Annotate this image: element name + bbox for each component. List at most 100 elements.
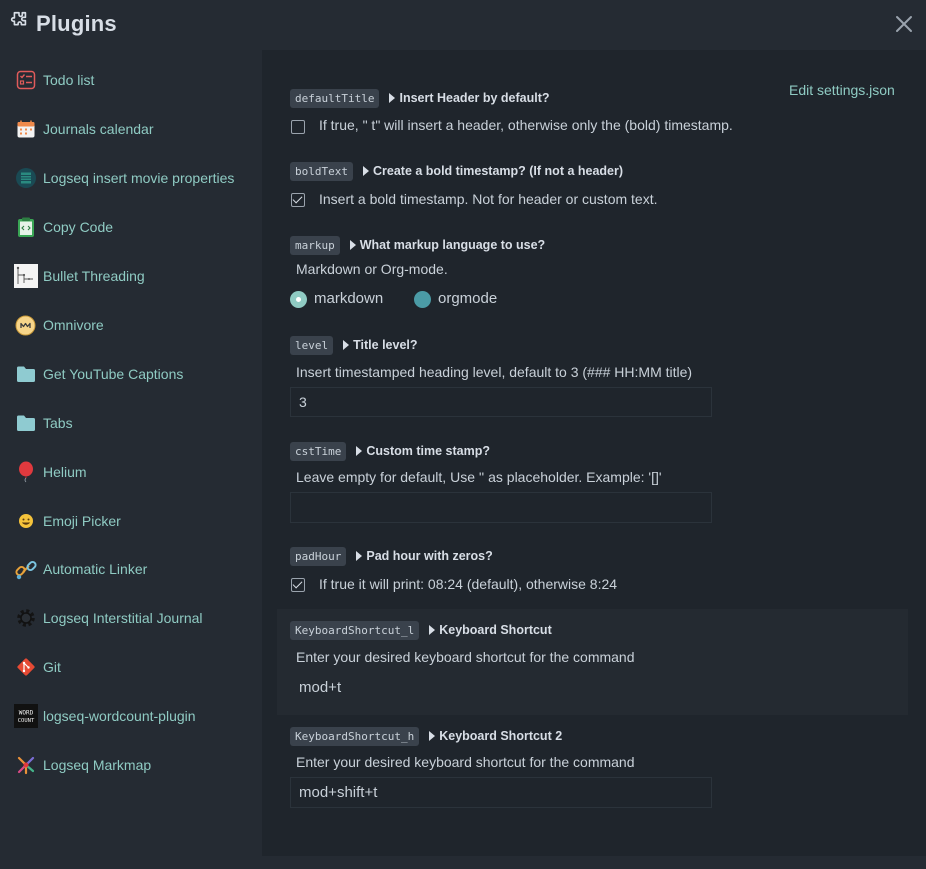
setting-header-padhour: padHour Pad hour with zeros? bbox=[290, 546, 493, 566]
setting-key-badge: markup bbox=[290, 235, 340, 255]
plugin-sidebar: Todo list Journals calendar Logseq inser… bbox=[0, 50, 262, 856]
sidebar-item-label: logseq-wordcount-plugin bbox=[43, 708, 196, 724]
page-title: Plugins bbox=[8, 10, 117, 37]
setting-header-shortcut-h: KeyboardShortcut_h Keyboard Shortcut 2 bbox=[290, 726, 562, 746]
markdown-radio[interactable] bbox=[290, 291, 307, 308]
balloon-icon bbox=[13, 460, 38, 485]
page-title-text: Plugins bbox=[36, 10, 117, 36]
sidebar-item-emoji-picker[interactable]: Emoji Picker bbox=[13, 508, 121, 534]
sidebar-item-journals-calendar[interactable]: Journals calendar bbox=[13, 116, 154, 142]
header-bar: Plugins bbox=[0, 0, 926, 50]
caret-right-icon bbox=[349, 240, 356, 250]
setting-key-badge: padHour bbox=[290, 546, 347, 566]
bold-text-checkbox[interactable] bbox=[291, 193, 305, 207]
sidebar-item-tabs[interactable]: Tabs bbox=[13, 410, 73, 436]
word-count-icon: WORD COUNT bbox=[13, 704, 38, 729]
sidebar-item-label: Logseq Interstitial Journal bbox=[43, 610, 203, 626]
sidebar-item-label: Bullet Threading bbox=[43, 268, 145, 284]
sidebar-item-label: Logseq Markmap bbox=[43, 757, 152, 773]
setting-title: Keyboard Shortcut bbox=[439, 623, 552, 637]
sidebar-item-youtube-captions[interactable]: Get YouTube Captions bbox=[13, 361, 183, 387]
setting-description: Insert a bold timestamp. Not for header … bbox=[319, 191, 658, 207]
setting-header-markup: markup What markup language to use? bbox=[290, 235, 545, 255]
caret-right-icon bbox=[429, 731, 436, 741]
sidebar-item-label: Git bbox=[43, 659, 61, 675]
setting-key-badge: boldText bbox=[290, 161, 353, 181]
markmap-icon bbox=[13, 753, 38, 778]
gear-icon bbox=[13, 606, 38, 631]
link-icon bbox=[13, 557, 38, 582]
radio-label-orgmode: orgmode bbox=[438, 290, 498, 307]
sidebar-item-wordcount[interactable]: WORD COUNT logseq-wordcount-plugin bbox=[13, 703, 196, 729]
setting-header-defaulttitle: defaultTitle Insert Header by default? bbox=[290, 88, 550, 108]
clipboard-code-icon bbox=[13, 215, 38, 240]
shortcut-h-input[interactable]: mod+shift+t bbox=[290, 777, 712, 808]
setting-header-level: level Title level? bbox=[290, 335, 418, 355]
caret-right-icon bbox=[356, 446, 363, 456]
edit-settings-json-link[interactable]: Edit settings.json bbox=[789, 82, 895, 98]
bullet-threading-icon bbox=[13, 264, 38, 289]
sidebar-item-label: Omnivore bbox=[43, 317, 104, 333]
sidebar-item-label: Helium bbox=[43, 464, 87, 480]
setting-title: Create a bold timestamp? (If not a heade… bbox=[372, 164, 624, 178]
film-icon bbox=[13, 166, 38, 191]
setting-description: Insert timestamped heading level, defaul… bbox=[296, 364, 693, 380]
sidebar-item-label: Get YouTube Captions bbox=[43, 366, 184, 382]
sidebar-item-movie-properties[interactable]: Logseq insert movie properties bbox=[13, 165, 234, 191]
sidebar-item-omnivore[interactable]: Omnivore bbox=[13, 312, 104, 338]
custom-time-input[interactable] bbox=[290, 492, 712, 523]
sidebar-item-label: Automatic Linker bbox=[43, 561, 148, 577]
setting-key-badge: KeyboardShortcut_h bbox=[290, 726, 420, 746]
calendar-icon bbox=[13, 117, 38, 142]
setting-description: If true it will print: 08:24 (default), … bbox=[319, 576, 618, 592]
footer-bar bbox=[0, 856, 926, 869]
setting-key-badge: level bbox=[290, 335, 334, 355]
setting-title: What markup language to use? bbox=[359, 238, 546, 252]
sidebar-item-automatic-linker[interactable]: Automatic Linker bbox=[13, 556, 147, 582]
sidebar-item-git[interactable]: Git bbox=[13, 654, 61, 680]
git-icon bbox=[13, 655, 38, 680]
caret-right-icon bbox=[356, 551, 363, 561]
sidebar-item-label: Emoji Picker bbox=[43, 513, 121, 529]
sidebar-item-label: Todo list bbox=[43, 72, 95, 88]
svg-text:WORD: WORD bbox=[18, 710, 33, 717]
check-icon bbox=[292, 193, 303, 204]
caret-right-icon bbox=[389, 93, 396, 103]
setting-key-badge: cstTime bbox=[290, 441, 347, 461]
emoji-icon bbox=[13, 509, 38, 534]
orgmode-radio[interactable] bbox=[414, 291, 431, 308]
caret-right-icon bbox=[343, 340, 350, 350]
setting-description: If true, " t" will insert a header, othe… bbox=[319, 117, 733, 133]
sidebar-item-bullet-threading[interactable]: Bullet Threading bbox=[13, 263, 145, 289]
sidebar-item-label: Tabs bbox=[43, 415, 73, 431]
setting-key-badge: KeyboardShortcut_l bbox=[290, 620, 420, 640]
setting-title: Insert Header by default? bbox=[399, 91, 550, 105]
setting-title: Title level? bbox=[353, 338, 418, 352]
setting-description: Enter your desired keyboard shortcut for… bbox=[296, 754, 635, 770]
level-input[interactable]: 3 bbox=[290, 387, 712, 417]
sidebar-item-markmap[interactable]: Logseq Markmap bbox=[13, 752, 151, 778]
omnivore-icon bbox=[13, 313, 38, 338]
default-title-checkbox[interactable] bbox=[291, 120, 305, 134]
setting-header-csttime: cstTime Custom time stamp? bbox=[290, 441, 490, 461]
setting-description: Leave empty for default, Use '' as place… bbox=[296, 469, 662, 485]
folder-icon bbox=[13, 411, 38, 436]
pad-hour-checkbox[interactable] bbox=[291, 578, 305, 592]
setting-header-boldtext: boldText Create a bold timestamp? (If no… bbox=[290, 161, 623, 181]
svg-text:COUNT: COUNT bbox=[17, 718, 34, 724]
sidebar-item-copy-code[interactable]: Copy Code bbox=[13, 214, 113, 240]
sidebar-item-todo-list[interactable]: Todo list bbox=[13, 67, 94, 93]
radio-label-markdown: markdown bbox=[314, 290, 384, 307]
shortcut-l-input[interactable]: mod+t bbox=[290, 672, 712, 701]
sidebar-item-label: Copy Code bbox=[43, 219, 114, 235]
sidebar-item-interstitial-journal[interactable]: Logseq Interstitial Journal bbox=[13, 605, 203, 631]
setting-header-shortcut-l: KeyboardShortcut_l Keyboard Shortcut bbox=[290, 620, 552, 640]
setting-key-badge: defaultTitle bbox=[290, 88, 380, 108]
sidebar-item-label: Logseq insert movie properties bbox=[43, 170, 235, 186]
close-icon[interactable] bbox=[894, 14, 914, 34]
caret-right-icon bbox=[429, 625, 436, 635]
sidebar-item-helium[interactable]: Helium bbox=[13, 459, 87, 485]
sidebar-item-label: Journals calendar bbox=[43, 121, 154, 137]
todo-list-icon bbox=[13, 68, 38, 93]
setting-title: Pad hour with zeros? bbox=[366, 549, 493, 563]
